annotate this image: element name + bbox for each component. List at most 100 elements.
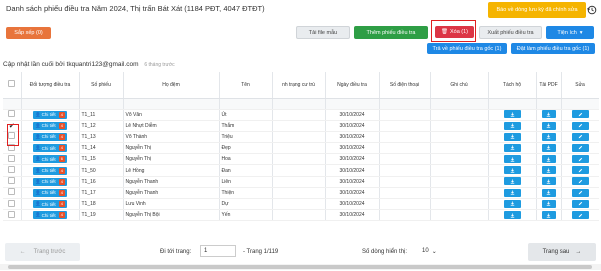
download-pdf-button[interactable]	[541, 121, 556, 130]
history-icon[interactable]	[587, 5, 597, 15]
table-row[interactable]: 👤 Chi tiết 6 T1_15 Nguyễn Thị Hoa 30/10/2024	[3, 153, 599, 166]
row-checkbox[interactable]	[8, 110, 16, 118]
select-all-header[interactable]	[3, 72, 22, 99]
detail-button[interactable]: 👤 Chi tiết 4	[33, 121, 67, 130]
detail-button[interactable]: 👤 Chi tiết 4	[33, 166, 67, 175]
export-button[interactable]: Xuất phiếu điều tra	[479, 26, 542, 39]
note-cell	[430, 120, 489, 132]
next-page-button[interactable]: Trang sau →	[528, 243, 596, 261]
row-select-cell[interactable]	[3, 109, 22, 121]
table-row[interactable]: 👤 Chi tiết 4 T1_13 Võ Thành Triệu 30/10/2024	[3, 131, 599, 144]
edit-icon	[578, 213, 583, 218]
download-pdf-button[interactable]	[541, 211, 556, 220]
table-row[interactable]: 👤 Chi tiết 4 T1_14 Nguyễn Thị Đẹp 30/10/2024	[3, 142, 599, 155]
rows-per-page-select[interactable]: 10 ⌄	[422, 245, 444, 257]
download-pdf-button[interactable]	[541, 143, 556, 152]
row-select-cell[interactable]	[3, 153, 22, 166]
row-checkbox[interactable]	[8, 154, 16, 162]
edit-button[interactable]	[571, 199, 589, 208]
edit-button[interactable]	[571, 188, 589, 197]
filter-cell	[561, 98, 599, 110]
survey-date-cell: 30/10/2024	[325, 142, 380, 155]
split-household-button[interactable]	[503, 143, 521, 152]
detail-label: Chi tiết	[41, 156, 56, 162]
sort-button[interactable]: Sắp xếp (0)	[6, 27, 51, 39]
edit-button[interactable]	[571, 110, 589, 119]
table-row[interactable]: 👤 Chi tiết 4 T1_50 Lê Hồng Đan 30/10/2024	[3, 164, 599, 177]
split-household-button[interactable]	[503, 110, 521, 119]
split-household-button[interactable]	[503, 177, 521, 186]
edit-button[interactable]	[571, 155, 589, 164]
download-pdf-button[interactable]	[541, 166, 556, 175]
row-checkbox[interactable]	[8, 199, 16, 207]
table-row[interactable]: ✔ 👤 Chi tiết 4 T1_12 Lê Nhựt Diễm Thắm 30/10/20…	[3, 120, 599, 132]
member-count-badge: 4	[58, 111, 65, 118]
residence-status-cell	[272, 153, 326, 166]
notify-edited-rows-button[interactable]: Báo về dòng lưu kỳ đã chính sửa	[488, 2, 586, 18]
table-row[interactable]: 👤 Chi tiết 4 T1_16 Nguyễn Thanh Liên 30/10/202…	[3, 176, 599, 188]
row-checkbox[interactable]	[8, 188, 16, 196]
download-pdf-button[interactable]	[541, 110, 556, 119]
detail-button[interactable]: 👤 Chi tiết 4	[33, 177, 67, 186]
split-household-button[interactable]	[503, 166, 521, 175]
filter-cell[interactable]	[325, 98, 380, 110]
split-household-button[interactable]	[503, 132, 521, 141]
row-select-cell[interactable]	[3, 198, 22, 211]
row-checkbox[interactable]	[8, 166, 16, 174]
table-row[interactable]: 👤 Chi tiết 4 T1_17 Nguyễn Thanh Thiện 30/10/20…	[3, 187, 599, 200]
filter-cell[interactable]	[123, 98, 220, 110]
page-number-input[interactable]: 1	[200, 245, 236, 257]
row-select-cell[interactable]	[3, 187, 22, 200]
edit-button[interactable]	[571, 143, 589, 152]
download-pdf-button[interactable]	[541, 177, 556, 186]
set-original-button[interactable]: Đặt làm phiếu điều tra gốc (1)	[511, 43, 595, 54]
download-template-button[interactable]: Tải file mẫu	[296, 26, 350, 39]
detail-button[interactable]: 👤 Chi tiết 4	[33, 211, 67, 220]
split-household-button[interactable]	[503, 211, 521, 220]
column-header-label: Tên	[241, 81, 250, 88]
add-form-button[interactable]: Thêm phiếu điều tra	[354, 26, 428, 39]
row-checkbox[interactable]	[8, 177, 16, 185]
filter-cell[interactable]	[21, 98, 80, 110]
row-select-cell[interactable]	[3, 176, 22, 188]
detail-button[interactable]: 👤 Chi tiết 4	[33, 110, 67, 119]
detail-button[interactable]: 👤 Chi tiết 4	[33, 144, 67, 153]
detail-button[interactable]: 👤 Chi tiết 6	[33, 155, 67, 164]
split-household-button[interactable]	[503, 121, 521, 130]
table-row[interactable]: 👤 Chi tiết 4 T1_11 Võ Văn Út 30/10/2024	[3, 109, 599, 121]
download-pdf-button[interactable]	[541, 188, 556, 197]
filter-cell[interactable]	[430, 98, 489, 110]
download-pdf-button[interactable]	[541, 132, 556, 141]
row-select-cell[interactable]	[3, 164, 22, 177]
download-pdf-button[interactable]	[541, 199, 556, 208]
horizontal-scrollbar[interactable]	[0, 264, 601, 270]
column-header: Ghi chú	[430, 72, 489, 99]
table-row[interactable]: 👤 Chi tiết 4 T1_19 Nguyễn Thị Bội Yến 30/10/20…	[3, 209, 599, 222]
split-household-button[interactable]	[503, 155, 521, 164]
select-all-checkbox[interactable]	[8, 80, 16, 88]
edit-button[interactable]	[571, 211, 589, 220]
edit-button[interactable]	[571, 121, 589, 130]
filter-cell[interactable]	[379, 98, 431, 110]
edit-button[interactable]	[571, 132, 589, 141]
detail-button[interactable]: 👤 Chi tiết 4	[33, 132, 67, 141]
return-original-button[interactable]: Trả về phiếu điều tra gốc (1)	[427, 43, 507, 54]
detail-button[interactable]: 👤 Chi tiết 4	[33, 200, 67, 209]
filter-cell[interactable]	[219, 98, 273, 110]
download-pdf-button[interactable]	[541, 155, 556, 164]
download-icon	[546, 134, 551, 139]
edit-button[interactable]	[571, 166, 589, 175]
scrollbar-thumb[interactable]	[8, 265, 592, 269]
prev-page-button[interactable]: ← Trang trước	[5, 243, 80, 261]
row-select-cell[interactable]	[3, 209, 22, 222]
filter-cell[interactable]	[79, 98, 124, 110]
split-household-button[interactable]	[503, 188, 521, 197]
table-row[interactable]: 👤 Chi tiết 4 T1_18 Lưu Vinh Dự 30/10/2024	[3, 198, 599, 211]
filter-cell[interactable]	[272, 98, 326, 110]
split-household-button[interactable]	[503, 199, 521, 208]
edit-button[interactable]	[571, 177, 589, 186]
column-header: Tên	[219, 72, 273, 99]
detail-button[interactable]: 👤 Chi tiết 4	[33, 188, 67, 197]
row-checkbox[interactable]	[8, 210, 16, 218]
utilities-button[interactable]: Tiện ích ▾	[546, 26, 594, 39]
